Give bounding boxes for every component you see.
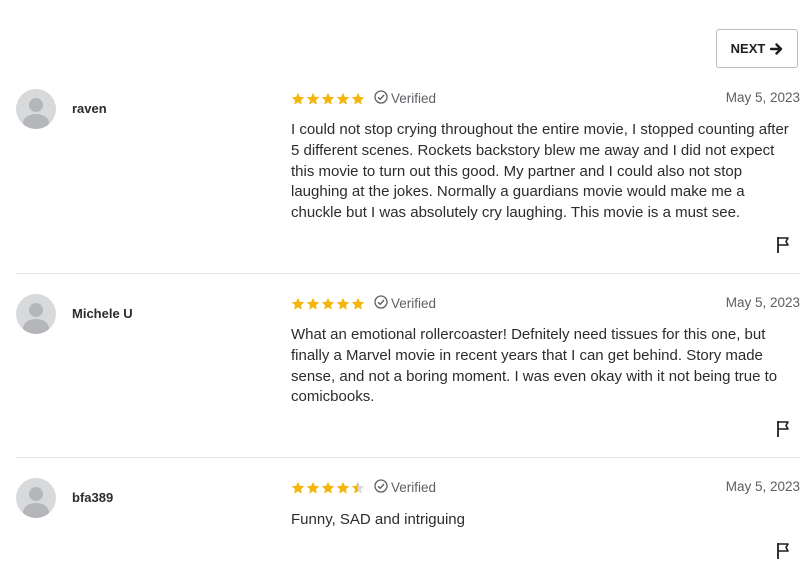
review-divider — [16, 273, 800, 274]
star-icon — [336, 297, 350, 316]
star-icon — [336, 92, 350, 111]
review-item: bfa389 Verified May 5, 2023 Funny, SAD a… — [16, 478, 800, 574]
report-flag-icon[interactable] — [776, 542, 792, 560]
star-icon — [291, 481, 305, 500]
star-icon — [336, 481, 350, 500]
verified-label: Verified — [391, 296, 437, 311]
arrow-right-icon — [770, 42, 783, 55]
star-icon — [351, 92, 365, 111]
report-flag-icon[interactable] — [776, 420, 792, 438]
star-icon — [306, 297, 320, 316]
star-icon — [321, 297, 335, 316]
reviewer-name: bfa389 — [72, 490, 114, 505]
avatar-icon — [16, 89, 56, 129]
verified-check-icon — [374, 479, 391, 496]
star-icon — [321, 92, 335, 111]
review-item: Michele U Verified May 5, 2023 What an e… — [16, 294, 800, 444]
review-item: raven Verified May 5, 2023 I could not s… — [16, 89, 800, 259]
star-icon — [351, 481, 365, 500]
verified-label: Verified — [391, 91, 437, 106]
reviewer-name: Michele U — [72, 306, 133, 321]
star-icon — [306, 92, 320, 111]
review-date: May 5, 2023 — [725, 479, 800, 494]
review-text: Funny, SAD and intriguing — [291, 511, 465, 528]
star-rating — [291, 297, 365, 316]
review-text: What an emotional rollercoaster! Defnite… — [291, 326, 778, 406]
review-text: I could not stop crying throughout the e… — [291, 121, 789, 222]
avatar-icon — [16, 478, 56, 518]
star-icon — [291, 92, 305, 111]
report-flag-icon[interactable] — [776, 236, 792, 254]
verified-check-icon — [374, 295, 391, 312]
verified-badge: Verified — [374, 479, 436, 496]
star-icon — [291, 297, 305, 316]
star-rating — [291, 92, 365, 111]
verified-check-icon — [374, 90, 391, 107]
star-icon — [351, 297, 365, 316]
review-divider — [16, 457, 800, 458]
avatar-icon — [16, 294, 56, 334]
reviewer-name: raven — [72, 101, 107, 116]
verified-label: Verified — [391, 480, 437, 495]
verified-badge: Verified — [374, 295, 436, 312]
verified-badge: Verified — [374, 90, 436, 107]
star-rating — [291, 481, 365, 500]
next-page-button[interactable]: NEXT — [716, 29, 798, 68]
review-date: May 5, 2023 — [725, 90, 800, 105]
star-icon — [306, 481, 320, 500]
next-label: NEXT — [730, 41, 766, 56]
star-icon — [321, 481, 335, 500]
review-date: May 5, 2023 — [725, 295, 800, 310]
